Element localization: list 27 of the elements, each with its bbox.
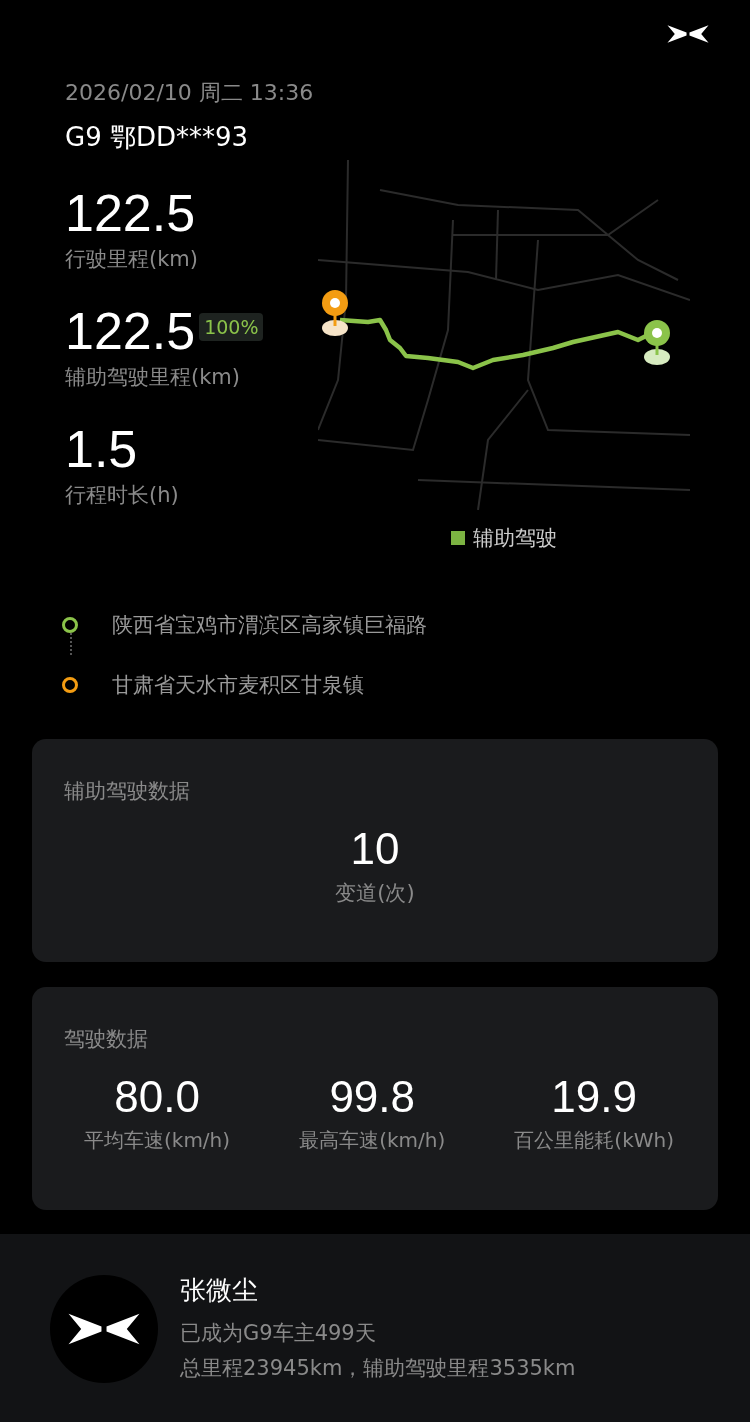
map-pin-icon <box>644 320 670 365</box>
metric-value: 19.9 <box>551 1071 637 1123</box>
stat-label: 行驶里程(km) <box>65 246 199 273</box>
map-pin-icon <box>322 290 348 336</box>
metric-label: 百公里能耗(kWh) <box>514 1127 674 1154</box>
legend-label: 辅助驾驶 <box>473 525 557 552</box>
card-title: 辅助驾驶数据 <box>64 778 191 805</box>
metric-value: 80.0 <box>114 1071 200 1123</box>
stat-label: 行程时长(h) <box>65 482 180 509</box>
metric-label: 变道(次) <box>335 880 415 907</box>
metric-value: 10 <box>350 823 400 875</box>
owner-name: 张微尘 <box>180 1273 259 1307</box>
metric-value: 99.8 <box>329 1071 416 1123</box>
stat-label: 辅助驾驶里程(km) <box>65 364 241 391</box>
stat-value: 122.5 <box>65 183 196 243</box>
stat-value: 1.5 <box>65 419 138 479</box>
trip-date: 2026/02/10 周二 13:36 <box>65 79 315 107</box>
metric-label: 最高车速(km/h) <box>299 1127 446 1154</box>
owner-totals: 总里程23945km，辅助驾驶里程3535km <box>180 1354 576 1382</box>
route-place: 甘肃省天水市麦积区甘泉镇 <box>112 672 364 699</box>
vehicle-plate: G9 鄂DD***93 <box>65 121 250 154</box>
route-place: 陕西省宝鸡市渭滨区高家镇巨福路 <box>112 612 427 639</box>
metric-label: 平均车速(km/h) <box>84 1127 231 1154</box>
percent-badge: 100% <box>199 313 264 341</box>
stat-value: 122.5 <box>65 301 196 361</box>
card-title: 驾驶数据 <box>64 1026 149 1053</box>
owner-since: 已成为G9车主499天 <box>180 1319 377 1347</box>
